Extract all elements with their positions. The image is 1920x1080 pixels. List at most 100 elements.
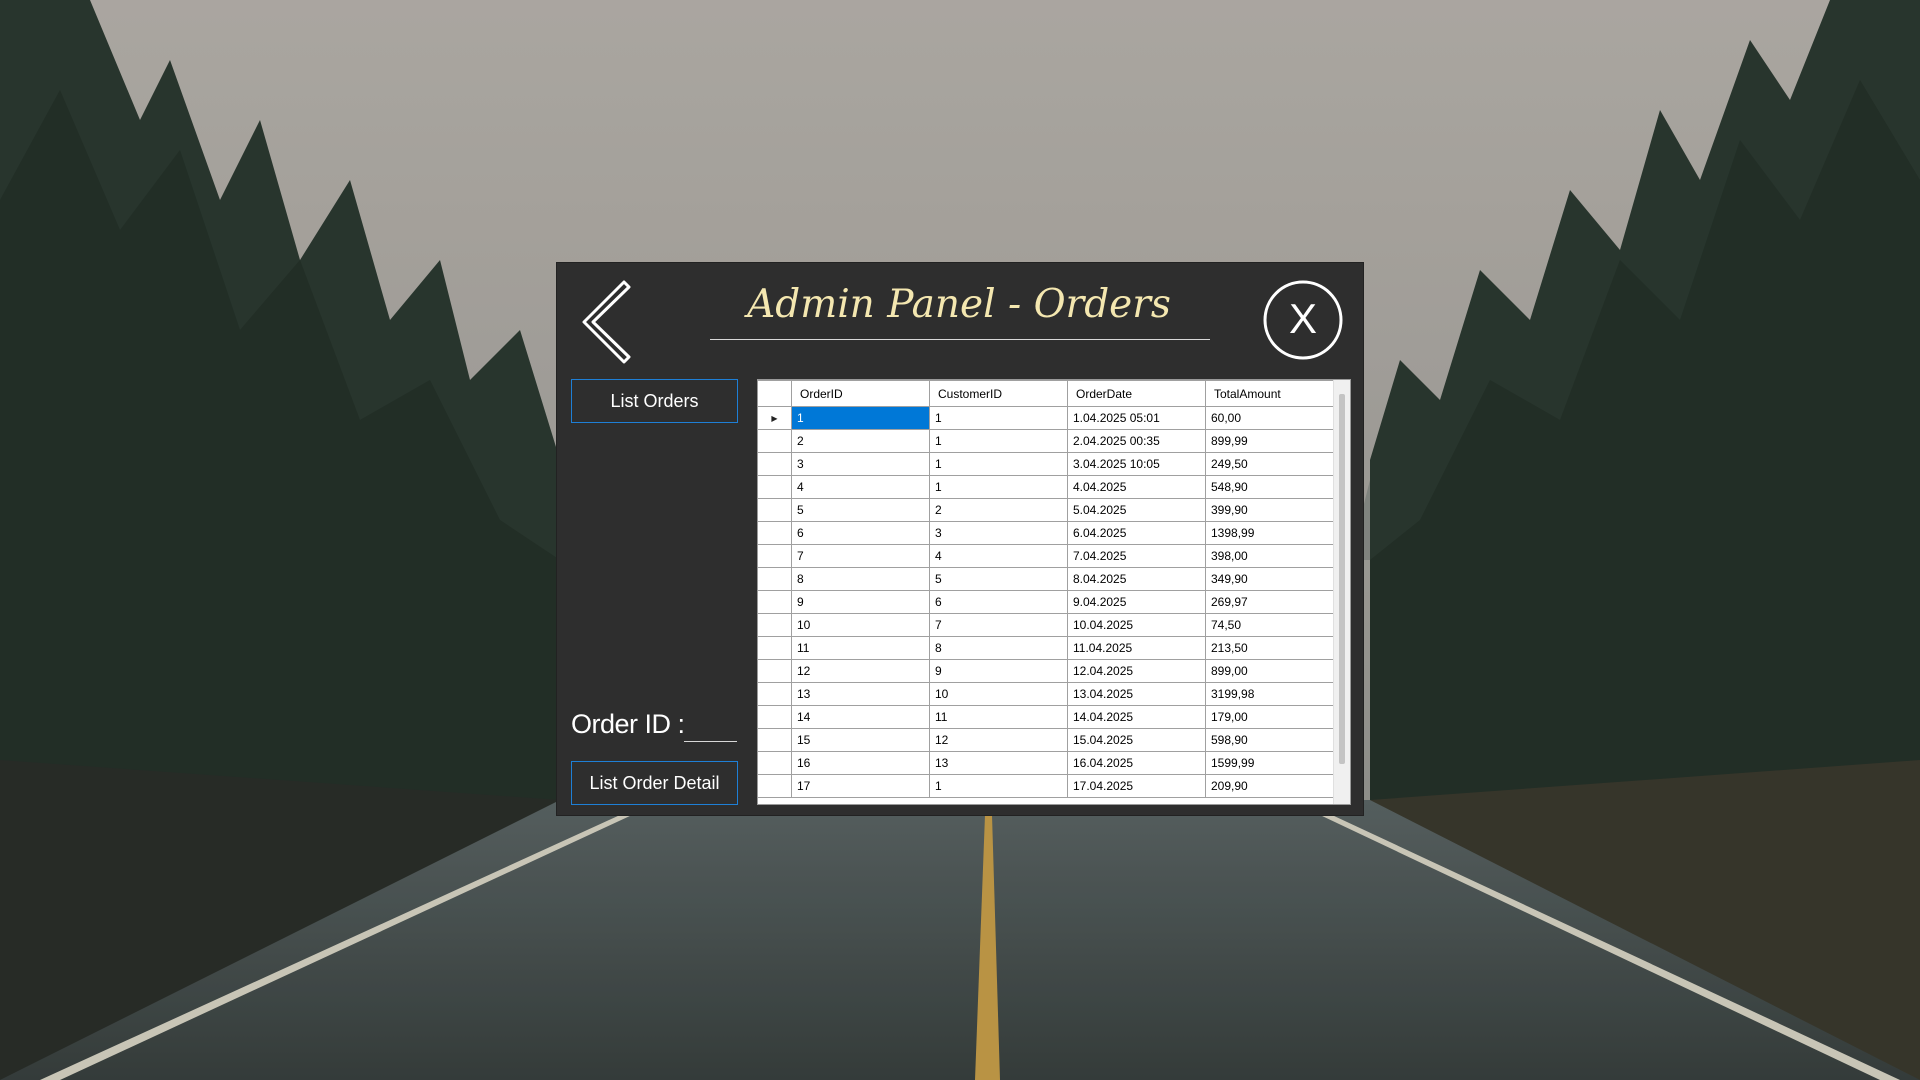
- table-row[interactable]: 16 13 16.04.2025 1599,99: [758, 751, 1344, 775]
- table-cell[interactable]: 7: [791, 544, 930, 568]
- table-row[interactable]: 9 6 9.04.2025 269,97: [758, 590, 1344, 614]
- row-header[interactable]: [758, 751, 792, 775]
- table-cell[interactable]: 2.04.2025 00:35: [1067, 429, 1206, 453]
- table-cell[interactable]: 1599,99: [1205, 751, 1344, 775]
- table-cell[interactable]: 16.04.2025: [1067, 751, 1206, 775]
- table-cell[interactable]: 213,50: [1205, 636, 1344, 660]
- table-cell[interactable]: 398,00: [1205, 544, 1344, 568]
- table-row[interactable]: 7 4 7.04.2025 398,00: [758, 544, 1344, 568]
- table-row[interactable]: 11 8 11.04.2025 213,50: [758, 636, 1344, 660]
- table-row[interactable]: 8 5 8.04.2025 349,90: [758, 567, 1344, 591]
- table-cell[interactable]: 13.04.2025: [1067, 682, 1206, 706]
- table-cell[interactable]: 4.04.2025: [1067, 475, 1206, 499]
- table-cell[interactable]: 899,99: [1205, 429, 1344, 453]
- table-cell[interactable]: 15.04.2025: [1067, 728, 1206, 752]
- orders-data-grid[interactable]: OrderID CustomerID OrderDate TotalAmount…: [757, 379, 1351, 805]
- row-header[interactable]: [758, 774, 792, 798]
- table-cell[interactable]: 4: [791, 475, 930, 499]
- table-row[interactable]: ▶ 1 1 1.04.2025 05:01 60,00: [758, 406, 1344, 430]
- table-row[interactable]: 6 3 6.04.2025 1398,99: [758, 521, 1344, 545]
- row-header[interactable]: [758, 728, 792, 752]
- table-cell[interactable]: 269,97: [1205, 590, 1344, 614]
- table-row[interactable]: 14 11 14.04.2025 179,00: [758, 705, 1344, 729]
- row-header[interactable]: [758, 567, 792, 591]
- table-cell[interactable]: 17: [791, 774, 930, 798]
- table-cell[interactable]: 17.04.2025: [1067, 774, 1206, 798]
- table-cell[interactable]: 13: [791, 682, 930, 706]
- row-header[interactable]: [758, 498, 792, 522]
- table-cell[interactable]: 1398,99: [1205, 521, 1344, 545]
- row-header[interactable]: [758, 659, 792, 683]
- list-order-detail-button[interactable]: List Order Detail: [571, 761, 738, 805]
- table-cell[interactable]: 14.04.2025: [1067, 705, 1206, 729]
- table-cell[interactable]: 1: [929, 774, 1068, 798]
- table-cell[interactable]: 1: [791, 406, 930, 430]
- table-cell[interactable]: 60,00: [1205, 406, 1344, 430]
- order-id-input[interactable]: [684, 711, 737, 742]
- row-header[interactable]: [758, 636, 792, 660]
- table-cell[interactable]: 1: [929, 429, 1068, 453]
- table-row[interactable]: 2 1 2.04.2025 00:35 899,99: [758, 429, 1344, 453]
- row-header[interactable]: [758, 682, 792, 706]
- back-button[interactable]: [579, 277, 639, 367]
- table-cell[interactable]: 1.04.2025 05:01: [1067, 406, 1206, 430]
- table-cell[interactable]: 7.04.2025: [1067, 544, 1206, 568]
- table-cell[interactable]: 249,50: [1205, 452, 1344, 476]
- table-row[interactable]: 5 2 5.04.2025 399,90: [758, 498, 1344, 522]
- table-cell[interactable]: 5: [791, 498, 930, 522]
- row-header[interactable]: [758, 705, 792, 729]
- row-header[interactable]: [758, 475, 792, 499]
- vertical-scrollbar[interactable]: [1333, 380, 1350, 804]
- table-row[interactable]: 3 1 3.04.2025 10:05 249,50: [758, 452, 1344, 476]
- table-cell[interactable]: 598,90: [1205, 728, 1344, 752]
- row-header[interactable]: ▶: [758, 406, 792, 430]
- table-cell[interactable]: 179,00: [1205, 705, 1344, 729]
- table-cell[interactable]: 15: [791, 728, 930, 752]
- scrollbar-thumb[interactable]: [1339, 394, 1345, 764]
- table-cell[interactable]: 2: [929, 498, 1068, 522]
- table-cell[interactable]: 10: [791, 613, 930, 637]
- table-row[interactable]: 13 10 13.04.2025 3199,98: [758, 682, 1344, 706]
- table-cell[interactable]: 11: [929, 705, 1068, 729]
- table-row[interactable]: 12 9 12.04.2025 899,00: [758, 659, 1344, 683]
- row-header[interactable]: [758, 521, 792, 545]
- table-cell[interactable]: 12: [791, 659, 930, 683]
- table-row[interactable]: 4 1 4.04.2025 548,90: [758, 475, 1344, 499]
- column-header-orderdate[interactable]: OrderDate: [1067, 380, 1206, 407]
- close-button[interactable]: X: [1263, 280, 1343, 360]
- table-row[interactable]: 17 1 17.04.2025 209,90: [758, 774, 1344, 798]
- table-cell[interactable]: 5.04.2025: [1067, 498, 1206, 522]
- list-orders-button[interactable]: List Orders: [571, 379, 738, 423]
- column-header-orderid[interactable]: OrderID: [791, 380, 930, 407]
- table-row[interactable]: 10 7 10.04.2025 74,50: [758, 613, 1344, 637]
- table-cell[interactable]: 9: [791, 590, 930, 614]
- table-cell[interactable]: 209,90: [1205, 774, 1344, 798]
- column-header-totalamount[interactable]: TotalAmount: [1205, 380, 1344, 407]
- table-cell[interactable]: 2: [791, 429, 930, 453]
- table-cell[interactable]: 1: [929, 452, 1068, 476]
- row-header[interactable]: [758, 544, 792, 568]
- table-cell[interactable]: 9.04.2025: [1067, 590, 1206, 614]
- table-cell[interactable]: 12: [929, 728, 1068, 752]
- table-cell[interactable]: 74,50: [1205, 613, 1344, 637]
- table-cell[interactable]: 10.04.2025: [1067, 613, 1206, 637]
- table-cell[interactable]: 9: [929, 659, 1068, 683]
- table-cell[interactable]: 5: [929, 567, 1068, 591]
- table-cell[interactable]: 11.04.2025: [1067, 636, 1206, 660]
- table-cell[interactable]: 16: [791, 751, 930, 775]
- table-cell[interactable]: 11: [791, 636, 930, 660]
- table-cell[interactable]: 8: [791, 567, 930, 591]
- table-cell[interactable]: 10: [929, 682, 1068, 706]
- table-cell[interactable]: 6: [791, 521, 930, 545]
- table-cell[interactable]: 899,00: [1205, 659, 1344, 683]
- row-header[interactable]: [758, 452, 792, 476]
- table-cell[interactable]: 3199,98: [1205, 682, 1344, 706]
- table-cell[interactable]: 1: [929, 475, 1068, 499]
- row-header[interactable]: [758, 429, 792, 453]
- column-header-customerid[interactable]: CustomerID: [929, 380, 1068, 407]
- table-cell[interactable]: 8.04.2025: [1067, 567, 1206, 591]
- table-cell[interactable]: 13: [929, 751, 1068, 775]
- table-cell[interactable]: 3.04.2025 10:05: [1067, 452, 1206, 476]
- table-cell[interactable]: 4: [929, 544, 1068, 568]
- table-cell[interactable]: 6: [929, 590, 1068, 614]
